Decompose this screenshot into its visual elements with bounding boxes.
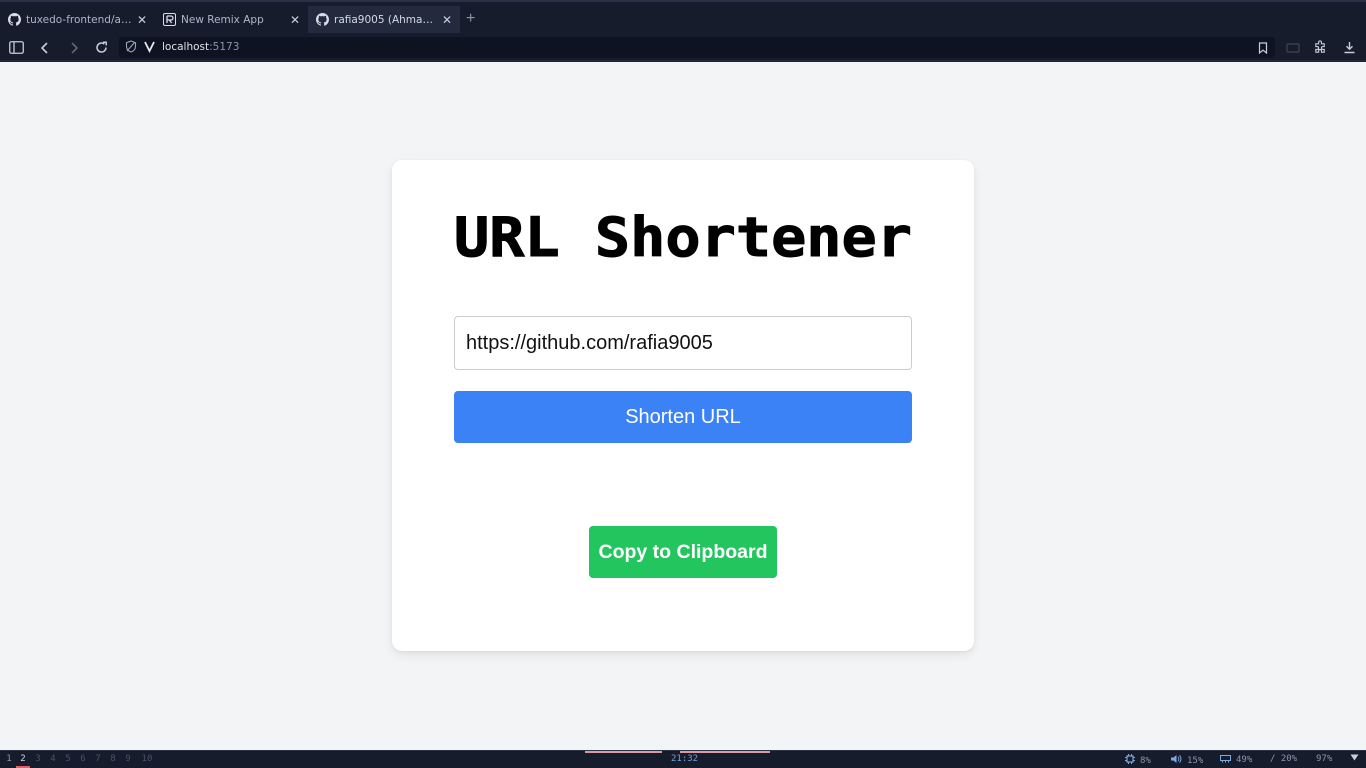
memory-value: 49%: [1236, 755, 1253, 765]
download-icon[interactable]: [1341, 39, 1358, 56]
volume-status[interactable]: 15%: [1170, 754, 1203, 767]
vite-icon: [144, 40, 155, 58]
battery-value: 97%: [1316, 754, 1333, 764]
memory-icon: [1220, 754, 1231, 766]
window-indicator: [585, 751, 662, 753]
close-tab-icon[interactable]: ✕: [287, 13, 303, 27]
github-icon: [316, 13, 329, 26]
memory-status: 49%: [1220, 754, 1252, 766]
reader-mode-icon[interactable]: [1284, 39, 1301, 56]
extensions-icon[interactable]: [1312, 39, 1329, 56]
workspace-2[interactable]: 2: [16, 754, 30, 764]
new-tab-icon[interactable]: +: [466, 11, 475, 27]
workspace-3[interactable]: 3: [31, 754, 45, 764]
page-title-text: URL Shortener: [454, 212, 912, 268]
workspace-9[interactable]: 9: [121, 754, 135, 764]
shortener-card: URL Shortener Shorten URL Copy to Clipbo…: [392, 160, 974, 651]
reload-icon[interactable]: [93, 39, 110, 56]
shorten-url-button[interactable]: Shorten URL: [454, 391, 912, 443]
workspace-6[interactable]: 6: [76, 754, 90, 764]
disk-status: / 20%: [1270, 754, 1297, 764]
workspace-7[interactable]: 7: [91, 754, 105, 764]
shield-icon[interactable]: [125, 40, 137, 58]
clock: 21:32: [671, 754, 699, 764]
browser-tab-bar: tuxedo-frontend/app… ✕ New Remix App ✕ r…: [0, 0, 1366, 35]
address-bar[interactable]: localhost:5173: [119, 37, 1275, 58]
page-title: URL Shortener: [454, 212, 913, 268]
cpu-value: 8%: [1140, 755, 1151, 766]
workspace-5[interactable]: 5: [61, 754, 75, 764]
volume-value: 15%: [1187, 755, 1204, 766]
copy-to-clipboard-button[interactable]: Copy to Clipboard: [589, 526, 777, 578]
volume-icon: [1170, 754, 1182, 767]
workspace-8[interactable]: 8: [106, 754, 120, 764]
cpu-status: 8%: [1125, 754, 1151, 767]
back-icon[interactable]: [36, 39, 53, 56]
workspace-4[interactable]: 4: [46, 754, 60, 764]
tab-title: New Remix App: [181, 13, 264, 26]
url-input[interactable]: [454, 316, 912, 370]
battery-status: 97%: [1316, 754, 1332, 764]
tray-menu-icon[interactable]: [1350, 754, 1359, 761]
window-indicator: [680, 751, 770, 753]
cpu-icon: [1125, 754, 1135, 767]
remix-icon: [163, 13, 176, 26]
disk-value: / 20%: [1270, 754, 1298, 764]
tab-title: tuxedo-frontend/app…: [26, 13, 134, 26]
workspace-10[interactable]: 10: [138, 754, 156, 764]
url-host: localhost: [162, 41, 210, 53]
github-icon: [8, 13, 21, 26]
forward-icon[interactable]: [65, 39, 82, 56]
tab-title: rafia9005 (Ahmad Rafi): [334, 13, 439, 26]
url-port: :5173: [209, 41, 240, 53]
close-tab-icon[interactable]: ✕: [439, 13, 455, 27]
workspace-1[interactable]: 1: [2, 754, 16, 764]
browser-nav-bar: localhost:5173: [0, 35, 1366, 60]
url-text: localhost:5173: [162, 41, 239, 53]
system-status-bar: 1 2 3 4 5 6 7 8 9 10 21:32 8% 15% 49% / …: [0, 750, 1366, 768]
sidebar-toggle-icon[interactable]: [8, 39, 25, 56]
tab-rafia9005[interactable]: rafia9005 (Ahmad Rafi) ✕: [308, 6, 460, 33]
tab-tuxedo-frontend[interactable]: tuxedo-frontend/app… ✕: [0, 6, 155, 33]
viewport-border: [0, 60, 1366, 62]
bookmark-icon[interactable]: [1258, 41, 1268, 59]
close-tab-icon[interactable]: ✕: [134, 13, 150, 27]
tab-new-remix-app[interactable]: New Remix App ✕: [155, 6, 308, 33]
